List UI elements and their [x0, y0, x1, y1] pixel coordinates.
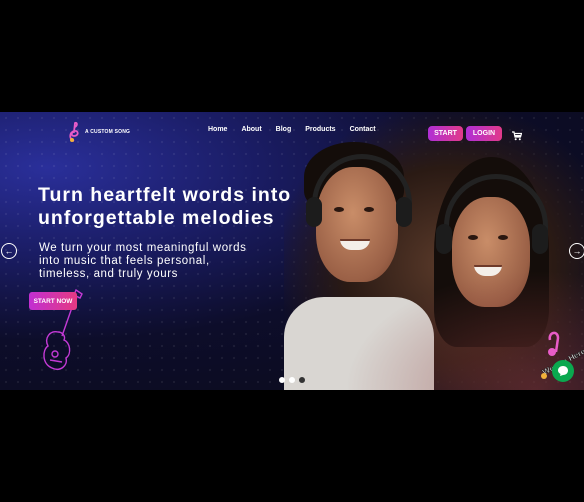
carousel-dot-2[interactable]: [289, 377, 295, 383]
start-button[interactable]: START: [428, 126, 463, 141]
carousel-next-arrow-icon[interactable]: →: [569, 243, 584, 259]
nav-products[interactable]: Products: [305, 126, 335, 133]
treble-clef-logo-icon: [66, 121, 82, 143]
hero-headline: Turn heartfelt words into unforgettable …: [38, 184, 291, 230]
hero-subtext: We turn your most meaningful words into …: [39, 242, 299, 281]
subtext-line-1: We turn your most meaningful words: [39, 242, 247, 254]
nav-home[interactable]: Home: [208, 126, 227, 133]
carousel-pagination: [279, 377, 305, 383]
main-nav: Home About Blog Products Contact: [208, 126, 376, 133]
carousel-prev-arrow-icon[interactable]: ←: [1, 243, 17, 259]
brand-name: A CUSTOM SONG: [85, 129, 131, 135]
subtext-line-3: timeless, and truly yours: [39, 268, 178, 280]
nav-contact[interactable]: Contact: [350, 126, 376, 133]
headline-line-2: unforgettable melodies: [38, 207, 275, 229]
chat-icon[interactable]: [552, 360, 574, 382]
carousel-dot-3[interactable]: [299, 377, 305, 383]
nav-about[interactable]: About: [241, 126, 261, 133]
brand-logo[interactable]: A CUSTOM SONG: [66, 121, 130, 143]
carousel-dot-1[interactable]: [279, 377, 285, 383]
cart-icon[interactable]: [512, 128, 523, 146]
subtext-line-2: into music that feels personal,: [39, 255, 210, 267]
start-now-button[interactable]: START NOW: [29, 292, 77, 310]
login-button[interactable]: LOGIN: [466, 126, 502, 141]
headline-line-1: Turn heartfelt words into: [38, 184, 292, 206]
nav-blog[interactable]: Blog: [276, 126, 292, 133]
